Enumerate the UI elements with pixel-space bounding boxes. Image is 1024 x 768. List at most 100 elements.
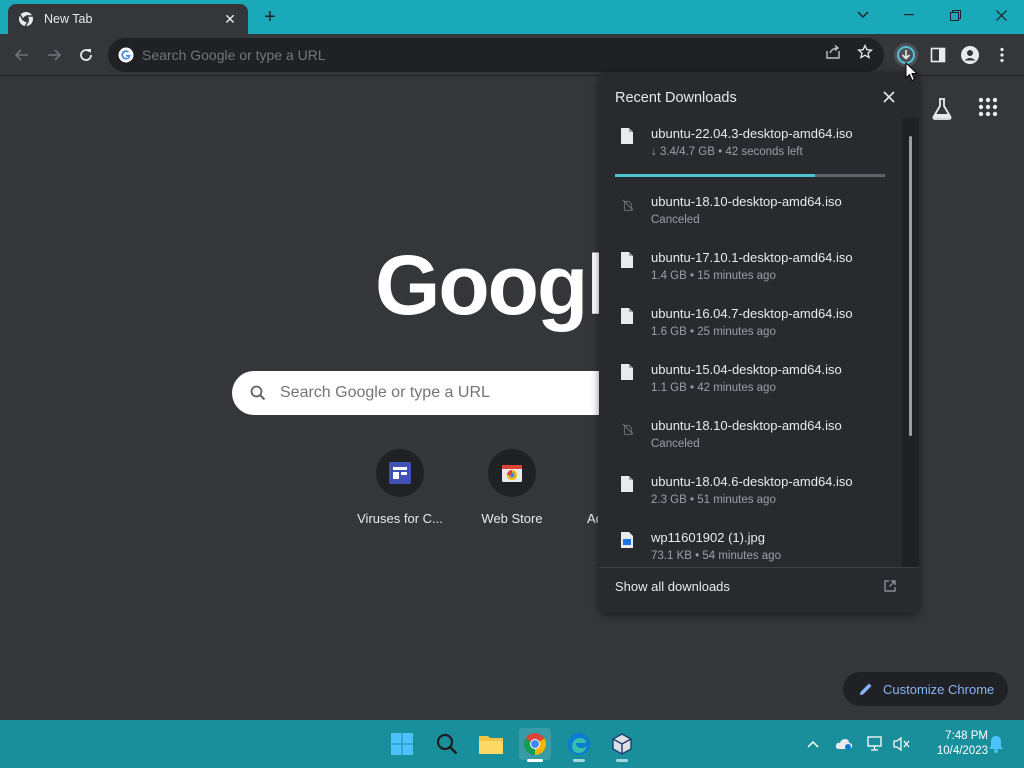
bookmark-button[interactable]: [856, 43, 874, 61]
download-item[interactable]: ubuntu-17.10.1-desktop-amd64.iso 1.4 GB •…: [615, 250, 885, 306]
toolbar: [0, 34, 1024, 76]
file-icon: [621, 252, 633, 268]
forward-button[interactable]: [42, 43, 66, 67]
mouse-cursor-icon: [905, 62, 919, 82]
share-icon: [826, 44, 840, 59]
google-apps-button[interactable]: [978, 97, 1002, 121]
close-icon: [883, 91, 895, 103]
tab-new-tab[interactable]: New Tab ✕: [8, 4, 248, 34]
arrow-right-icon: [48, 49, 62, 61]
speaker-muted-icon: [893, 736, 910, 752]
file-canceled-icon: [622, 423, 634, 435]
virtualbox-taskbar-button[interactable]: [606, 728, 638, 762]
shortcut-tile[interactable]: Viruses for C...: [344, 449, 456, 526]
omnibox-input[interactable]: [142, 47, 782, 63]
divider: [599, 567, 919, 568]
bell-icon: [989, 736, 1003, 753]
edge-taskbar-button[interactable]: [563, 728, 595, 762]
taskbar-search-button[interactable]: [431, 728, 463, 760]
chrome-labs-button[interactable]: [930, 97, 954, 121]
download-status: ↓ 3.4/4.7 GB • 42 seconds left: [651, 146, 803, 158]
pencil-icon: [860, 683, 872, 695]
google-logo: Googl: [375, 238, 610, 332]
download-status: 1.6 GB • 25 minutes ago: [651, 326, 776, 338]
clock-time: 7:48 PM: [945, 730, 988, 742]
tab-title: New Tab: [44, 12, 93, 26]
file-icon: [621, 128, 633, 144]
menu-button[interactable]: [990, 43, 1014, 67]
cube-icon: [612, 733, 632, 755]
download-progress-fill: [615, 174, 815, 177]
file-icon: [621, 364, 633, 380]
star-icon: [857, 44, 873, 59]
network-tray-button[interactable]: [866, 734, 886, 754]
shortcut-tile[interactable]: Ac: [568, 449, 598, 526]
chrome-taskbar-button[interactable]: [519, 728, 551, 762]
back-button[interactable]: [10, 43, 34, 67]
taskbar-clock[interactable]: 7:48 PM 10/4/2023: [918, 729, 988, 759]
download-filename: ubuntu-17.10.1-desktop-amd64.iso: [651, 250, 853, 265]
download-item[interactable]: ubuntu-18.10-desktop-amd64.iso Canceled: [615, 418, 885, 474]
minimize-icon: [904, 14, 914, 16]
download-progress-bar: [615, 174, 885, 177]
shortcut-label: Ac: [587, 511, 598, 526]
avatar-icon: [961, 46, 979, 64]
download-status: 1.1 GB • 42 minutes ago: [651, 382, 776, 394]
share-button[interactable]: [824, 43, 842, 61]
image-file-icon: [621, 532, 633, 548]
google-g-icon: [118, 47, 134, 63]
download-filename: ubuntu-22.04.3-desktop-amd64.iso: [651, 126, 853, 141]
download-item[interactable]: ubuntu-15.04-desktop-amd64.iso 1.1 GB • 4…: [615, 362, 885, 418]
flask-icon: [932, 98, 952, 120]
volume-tray-button[interactable]: [892, 734, 912, 754]
show-hidden-icons-button[interactable]: [803, 734, 823, 754]
shortcut-tile[interactable]: Web Store: [456, 449, 568, 526]
site-favicon-icon: [389, 462, 411, 484]
new-tab-button[interactable]: +: [258, 6, 282, 28]
omnibox[interactable]: [108, 38, 884, 72]
close-window-button[interactable]: [978, 0, 1024, 30]
downloads-bubble: Recent Downloads ubuntu-22.04.3-desktop-…: [599, 72, 919, 613]
download-filename: wp11601902 (1).jpg: [651, 530, 765, 545]
downloads-scrollbar[interactable]: [902, 118, 919, 568]
show-all-downloads-link[interactable]: Show all downloads: [615, 579, 730, 594]
download-item[interactable]: ubuntu-18.10-desktop-amd64.iso Canceled: [615, 194, 885, 250]
search-icon: [250, 385, 266, 401]
minimize-button[interactable]: [886, 0, 932, 30]
tab-search-button[interactable]: [840, 0, 886, 30]
web-store-icon: [502, 465, 522, 482]
download-item[interactable]: ubuntu-18.04.6-desktop-amd64.iso 2.3 GB •…: [615, 474, 885, 530]
reload-icon: [80, 49, 92, 61]
open-in-new-icon[interactable]: [884, 579, 898, 593]
download-filename: ubuntu-15.04-desktop-amd64.iso: [651, 362, 842, 377]
start-button[interactable]: [386, 728, 418, 760]
restore-icon: [949, 9, 961, 21]
side-panel-button[interactable]: [926, 43, 950, 67]
download-status: 2.3 GB • 51 minutes ago: [651, 494, 776, 506]
more-vert-icon: [1000, 47, 1004, 63]
download-filename: ubuntu-18.10-desktop-amd64.iso: [651, 418, 842, 433]
side-panel-icon: [930, 47, 946, 63]
restore-button[interactable]: [932, 0, 978, 30]
download-item[interactable]: wp11601902 (1).jpg 73.1 KB • 54 minutes a…: [615, 530, 885, 586]
file-explorer-button[interactable]: [475, 728, 507, 760]
profile-button[interactable]: [958, 43, 982, 67]
chevron-up-icon: [807, 740, 819, 748]
downloads-close-button[interactable]: [883, 90, 899, 106]
cloud-icon: [835, 739, 853, 750]
onedrive-tray-button[interactable]: [834, 734, 854, 754]
windows-logo-icon: [391, 733, 413, 755]
tab-close-icon[interactable]: ✕: [222, 11, 238, 28]
notifications-button[interactable]: [986, 734, 1006, 754]
clock-date: 10/4/2023: [936, 745, 988, 757]
customize-chrome-button[interactable]: Customize Chrome: [843, 672, 1008, 706]
shortcut-label: Web Store: [481, 511, 543, 526]
search-icon: [436, 733, 458, 755]
file-icon: [621, 476, 633, 492]
download-item[interactable]: ubuntu-16.04.7-desktop-amd64.iso 1.6 GB •…: [615, 306, 885, 362]
network-icon: [867, 736, 882, 751]
scrollbar-thumb[interactable]: [909, 136, 912, 436]
apps-grid-icon: [978, 97, 998, 117]
reload-button[interactable]: [74, 43, 98, 67]
customize-chrome-label: Customize Chrome: [883, 681, 995, 697]
